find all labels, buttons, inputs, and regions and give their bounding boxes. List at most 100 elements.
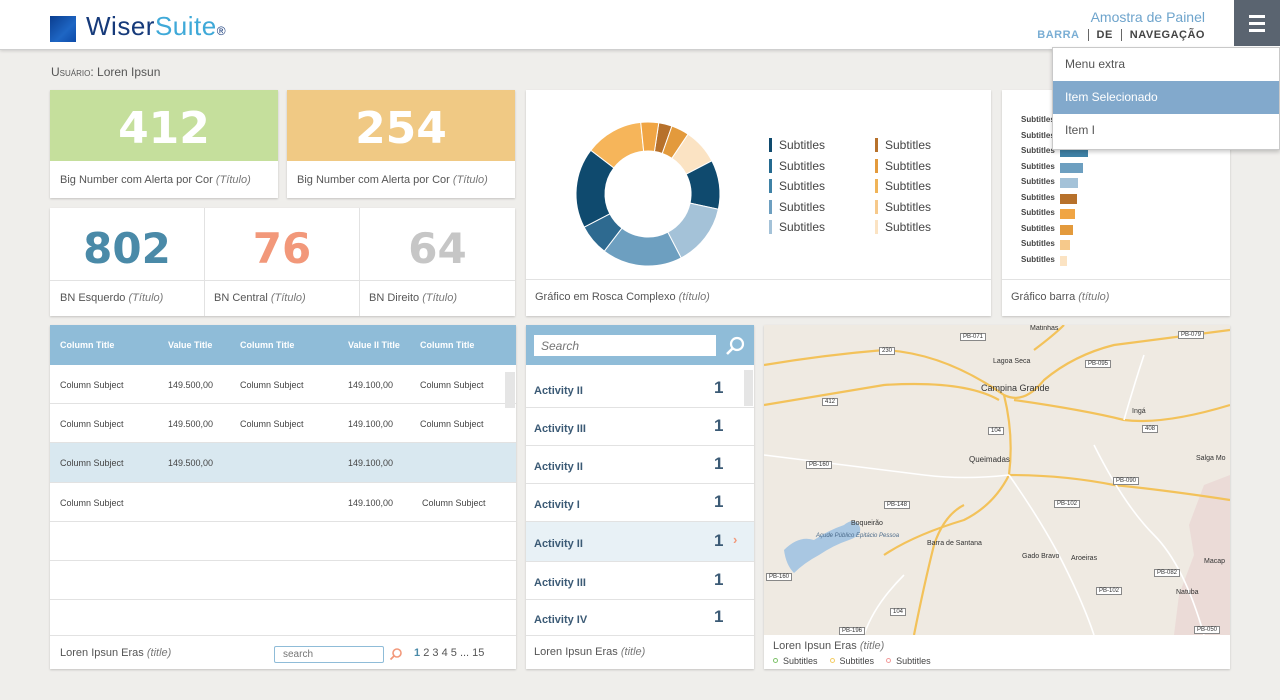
brand-logo[interactable]: WiserSuite® (50, 11, 226, 46)
table-row-empty (50, 600, 516, 636)
map-legend-item: Subtitles (886, 656, 931, 666)
activity-list-card: Activity II1Activity III1Activity II1Act… (526, 325, 754, 669)
bar[interactable] (1060, 193, 1077, 204)
map-view[interactable]: Matinhas Lagoa Seca Campina Grande Ingá … (764, 325, 1230, 635)
table-row[interactable]: Column Subject 149.100,00 Column Subject (50, 483, 516, 522)
legend-swatch (769, 158, 772, 173)
table-row-selected[interactable]: Column Subject 149.500,00 149.100,00 (50, 443, 516, 483)
big-number-value: 254 (287, 90, 515, 161)
bar-label: Subtitles (1021, 239, 1055, 248)
nav-item-barra[interactable]: BARRA (1037, 29, 1087, 41)
bar-title-text: Gráfico barra (1011, 291, 1076, 303)
nav-item-navegacao[interactable]: NAVEGAÇÃO (1120, 29, 1205, 41)
big-number-card-2: 254 Big Number com Alerta por Cor (Títul… (287, 90, 515, 198)
table-cell: Column Subject (240, 419, 304, 429)
legend-swatch (769, 220, 772, 234)
map-legend-item: Subtitles (829, 656, 875, 666)
search-icon[interactable] (725, 336, 745, 356)
big-number-title-text: Big Number com Alerta por Cor (297, 174, 450, 186)
bn-right-title-text: BN Direito (369, 292, 420, 304)
bn-right-title-em: (Título) (422, 292, 458, 304)
legend-item: Subtitles (769, 158, 825, 173)
legend-label: Subtitles (779, 199, 826, 214)
bar-label: Subtitles (1021, 177, 1055, 186)
big-number-title: Big Number com Alerta por Cor (Título) (287, 161, 515, 186)
activity-row[interactable]: Activity IV 1 (526, 600, 754, 636)
menu-item-i[interactable]: Item I (1053, 114, 1279, 147)
activity-scrollbar[interactable] (744, 370, 753, 406)
table-row-empty (50, 522, 516, 561)
legend-swatch (769, 179, 772, 193)
legend-item: Subtitles (875, 179, 931, 193)
menu-item-selected[interactable]: Item Selecionado (1053, 81, 1279, 114)
activity-value: 1 (714, 492, 724, 511)
donut-title-em: (título) (678, 291, 710, 303)
legend-label: Subtitles (779, 138, 826, 152)
table-cell: 149.100,00 (348, 458, 394, 468)
bar[interactable] (1060, 209, 1075, 219)
bn-right: 64 BN Direito (Título) (360, 208, 515, 316)
bar[interactable] (1060, 178, 1079, 188)
bar[interactable] (1060, 255, 1067, 266)
bar[interactable] (1060, 240, 1070, 250)
legend-item: Subtitles (769, 179, 825, 193)
road-shield: PB-082 (1154, 569, 1181, 577)
bar-label: Subtitles (1021, 146, 1055, 155)
legend-label: Subtitles (885, 138, 932, 152)
legend-swatch (769, 199, 772, 214)
column-header[interactable]: Column Title (420, 340, 474, 350)
activity-name: Activity III (534, 577, 586, 589)
bar-title-em: (título) (1078, 291, 1110, 303)
donut-title-text: Gráfico em Rosca Complexo (535, 291, 676, 303)
bar[interactable] (1060, 224, 1074, 235)
column-header[interactable]: Value Title (168, 340, 212, 350)
bar[interactable] (1060, 162, 1084, 173)
table-search-input[interactable] (274, 646, 384, 663)
big-number-title-em: (Título) (215, 174, 251, 186)
activity-name: Activity I (534, 499, 580, 511)
bar-label: Subtitles (1021, 161, 1055, 171)
table-cell: Column Subject (60, 419, 124, 429)
column-header[interactable]: Value II Title (348, 340, 400, 350)
map-place-label: Matinhas (1030, 325, 1059, 332)
bn-central: 76 BN Central (Título) (205, 208, 360, 316)
table-row[interactable]: Column Subject 149.500,00 Column Subject… (50, 365, 516, 404)
map-legend-label: Subtitles (839, 656, 875, 666)
activity-row[interactable]: Activity III 1 (526, 562, 754, 600)
hamburger-menu-button[interactable] (1234, 0, 1280, 46)
column-header[interactable]: Column Title (60, 340, 114, 350)
activity-search-input[interactable] (534, 335, 716, 356)
activity-footer-em: (title) (620, 646, 646, 658)
activity-row[interactable]: Activity II 1 (526, 370, 754, 408)
page-link[interactable]: 2 (423, 647, 429, 659)
nav-item-de[interactable]: DE (1087, 29, 1121, 41)
page-link[interactable]: 15 (472, 647, 484, 659)
big-number-value: 412 (50, 90, 278, 161)
user-name: Loren Ipsun (97, 65, 161, 79)
bar-label: Subtitles (1021, 115, 1055, 124)
legend-label: Subtitles (885, 220, 932, 234)
bn-panel: 802 BN Esquerdo (Título) 76 BN Central (… (50, 208, 515, 316)
search-icon[interactable] (389, 647, 403, 661)
activity-row[interactable]: Activity III 1 (526, 408, 754, 446)
activity-value: 1 (714, 607, 724, 626)
road-shield: PB-095 (1085, 360, 1112, 368)
menu-item-extra[interactable]: Menu extra (1053, 48, 1279, 81)
map-footer-title: Loren Ipsun Eras (title) (773, 640, 884, 652)
activity-row[interactable]: Activity II 1 › (526, 522, 754, 562)
legend-label: Subtitles (885, 199, 932, 214)
column-header[interactable]: Column Title (240, 340, 294, 350)
activity-row[interactable]: Activity I 1 (526, 484, 754, 522)
page-link-current[interactable]: 1 (414, 647, 420, 659)
page-link[interactable]: 3 (432, 647, 438, 659)
bn-central-title-em: (Título) (270, 292, 306, 304)
road-shield: PB-050 (1194, 626, 1221, 634)
bn-left: 802 BN Esquerdo (Título) (50, 208, 205, 316)
table-scrollbar[interactable] (505, 372, 515, 408)
page-link[interactable]: 4 (442, 647, 448, 659)
legend-item: Subtitles (875, 199, 932, 214)
page-link[interactable]: 5 (451, 647, 457, 659)
table-row[interactable]: Column Subject 149.500,00 Column Subject… (50, 404, 516, 443)
activity-row[interactable]: Activity II 1 (526, 446, 754, 484)
table-cell: 149.500,00 (168, 458, 214, 468)
